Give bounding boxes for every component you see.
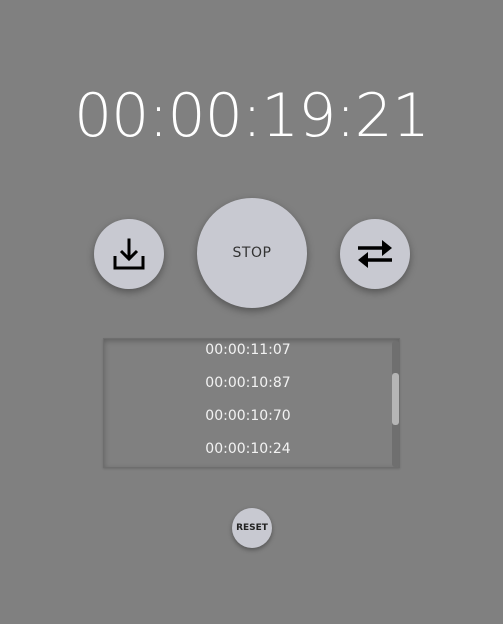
lap-item: 00:00:10:87 [205,375,291,391]
stop-button[interactable]: STOP [197,198,307,308]
stop-button-label: STOP [232,245,272,261]
laps-scrollbar-thumb[interactable] [392,373,399,425]
download-icon [111,236,147,272]
reset-button[interactable]: RESET [232,508,272,548]
lap-item: 00:00:10:24 [205,441,291,457]
laps-list[interactable]: 00:00:11:07 00:00:10:87 00:00:10:70 00:00:1… [103,338,400,468]
reset-button-label: RESET [236,523,268,533]
download-button[interactable] [94,219,164,289]
laps-scrollbar[interactable] [392,341,399,467]
timer-display: 00:00:19:21 [73,81,430,151]
lap-item: 00:00:11:07 [205,342,291,358]
swap-button[interactable] [340,219,410,289]
swap-arrows-icon [356,239,394,269]
lap-item: 00:00:10:70 [205,408,291,424]
